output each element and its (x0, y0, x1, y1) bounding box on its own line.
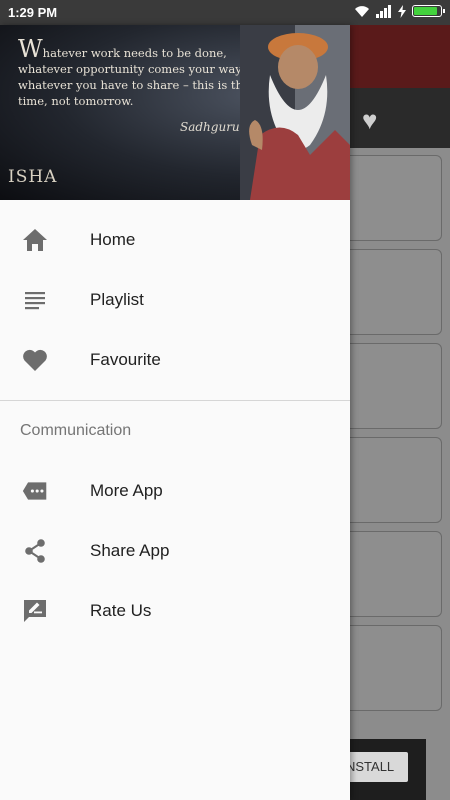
share-icon (22, 538, 48, 564)
charging-icon (398, 4, 406, 18)
isha-logo: ISHA (8, 167, 57, 187)
quote-text: Whatever work needs to be done, whatever… (18, 37, 258, 109)
signature: Sadhguru (180, 120, 240, 134)
logo-text: ISHA (8, 167, 58, 187)
menu-item-rate-us[interactable]: Rate Us (0, 581, 350, 641)
list-icon (22, 287, 48, 313)
menu-item-playlist[interactable]: Playlist (0, 270, 350, 330)
heart-icon: ♥ (362, 105, 378, 135)
menu-item-label: Favourite (90, 350, 161, 369)
menu-item-home[interactable]: Home (0, 210, 350, 270)
background-card (340, 343, 442, 429)
heart-icon (22, 347, 48, 373)
signature-text: Sadhguru (180, 120, 240, 134)
status-bar: 1:29 PM (0, 0, 450, 25)
menu-item-label: Rate Us (90, 601, 152, 620)
background-card (340, 155, 442, 241)
battery-level (414, 7, 438, 15)
menu-item-favourite[interactable]: Favourite (0, 330, 350, 390)
signal-icon (376, 4, 391, 18)
battery-icon (412, 5, 445, 17)
background-card (340, 531, 442, 617)
home-icon (22, 227, 48, 253)
navigation-drawer: Whatever work needs to be done, whatever… (0, 25, 350, 800)
section-title: Communication (20, 422, 132, 439)
menu-item-label: Share App (90, 541, 170, 560)
menu-item-share-app[interactable]: Share App (0, 521, 350, 581)
install-button[interactable]: NSTALL (342, 752, 408, 782)
drawer-menu: Home Playlist Favourite Communication Mo… (0, 210, 350, 641)
background-card (340, 249, 442, 335)
menu-item-label: Home (90, 230, 136, 249)
rate-edit-icon (22, 598, 48, 624)
quote-body: hatever work needs to be done, whatever … (18, 46, 250, 108)
background-card (340, 437, 442, 523)
menu-item-more-app[interactable]: More App (0, 461, 350, 521)
status-icons (354, 4, 445, 18)
quote-drop-cap: W (18, 35, 43, 63)
menu-item-label: Playlist (90, 290, 144, 309)
drawer-header: Whatever work needs to be done, whatever… (0, 25, 350, 200)
more-tag-icon (22, 478, 48, 504)
status-time: 1:29 PM (8, 5, 58, 20)
wifi-icon (355, 6, 369, 17)
menu-item-label: More App (90, 481, 163, 500)
guru-portrait (240, 25, 350, 200)
background-card (340, 625, 442, 711)
